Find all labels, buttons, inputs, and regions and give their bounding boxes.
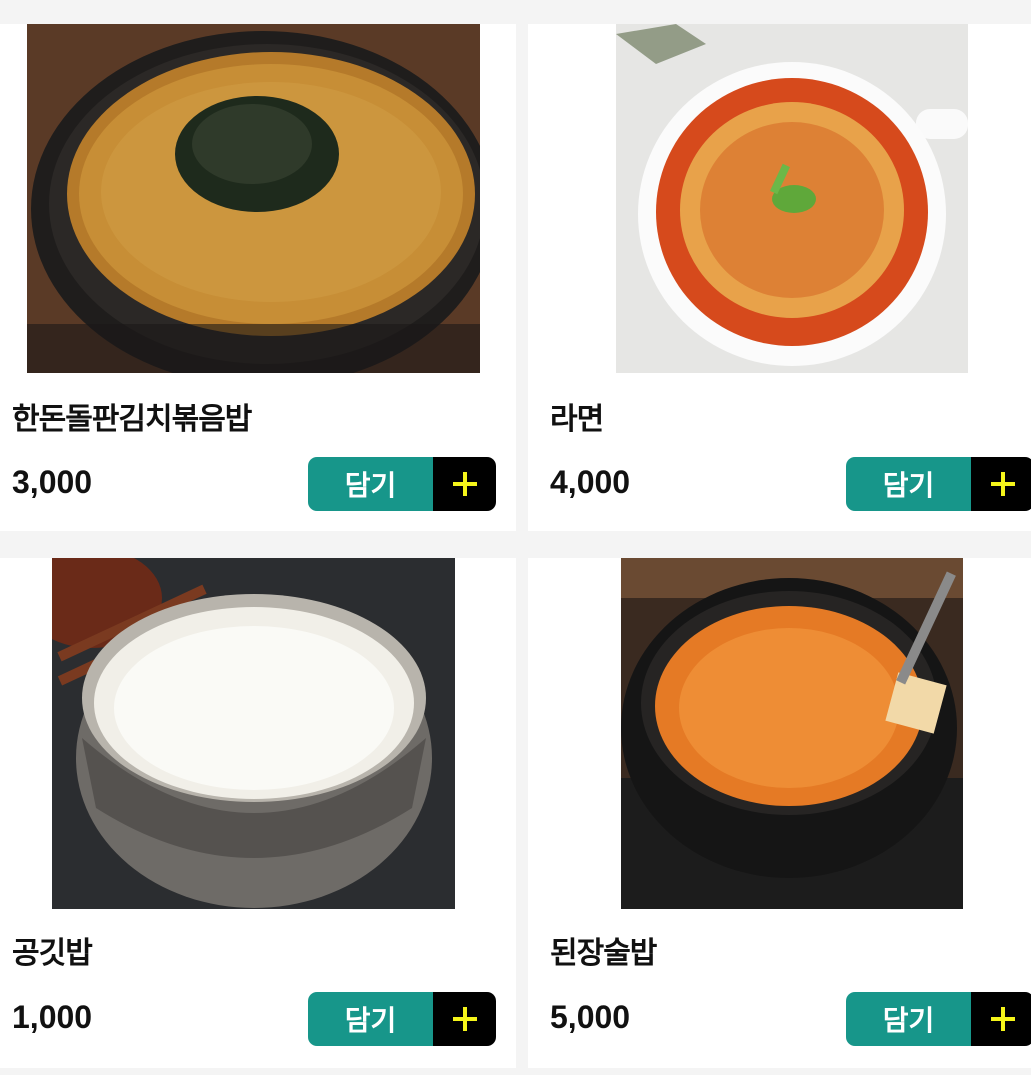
ramen-photo	[616, 24, 968, 373]
add-to-cart-button[interactable]: 담기	[308, 457, 496, 511]
kimchi-fried-rice-photo	[27, 24, 480, 373]
menu-item-name: 한돈돌판김치볶음밥	[12, 402, 252, 437]
menu-item-name: 공깃밥	[12, 936, 93, 971]
add-to-cart-label: 담기	[308, 992, 433, 1046]
menu-card-doenjang-rice-stew[interactable]: 된장술밥 5,000 담기	[528, 558, 1031, 1068]
menu-item-name: 된장술밥	[550, 936, 657, 971]
add-to-cart-button[interactable]: 담기	[846, 992, 1031, 1046]
add-to-cart-button[interactable]: 담기	[846, 457, 1031, 511]
doenjang-rice-stew-photo	[621, 558, 963, 909]
plus-icon	[971, 457, 1031, 511]
add-to-cart-label: 담기	[846, 457, 971, 511]
add-to-cart-button[interactable]: 담기	[308, 992, 496, 1046]
menu-item-price: 1,000	[12, 999, 93, 1035]
menu-card-rice[interactable]: 공깃밥 1,000 담기	[0, 558, 516, 1068]
menu-card-kimchi-fried-rice[interactable]: 한돈돌판김치볶음밥 3,000 담기	[0, 24, 516, 531]
plus-icon	[971, 992, 1031, 1046]
menu-item-price: 5,000	[550, 999, 631, 1035]
menu-item-price: 4,000	[550, 464, 631, 500]
menu-card-ramen[interactable]: 라면 4,000 담기	[528, 24, 1031, 531]
plus-icon	[433, 992, 496, 1046]
menu-item-price: 3,000	[12, 464, 93, 500]
plus-icon	[433, 457, 496, 511]
add-to-cart-label: 담기	[308, 457, 433, 511]
menu-item-name: 라면	[550, 402, 604, 437]
add-to-cart-label: 담기	[846, 992, 971, 1046]
rice-bowl-photo	[52, 558, 455, 909]
